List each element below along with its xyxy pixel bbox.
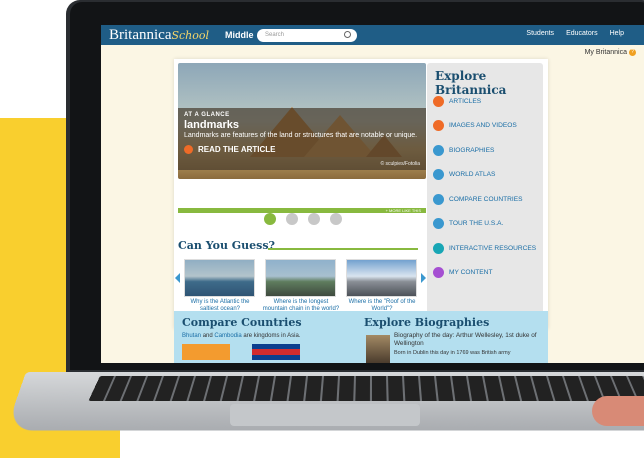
help-icon: ? — [629, 49, 636, 56]
article-icon — [184, 145, 193, 154]
main-content: AT A GLANCE landmarks Landmarks are feat… — [174, 59, 548, 329]
explore-biographies-title: Explore Biographies — [364, 316, 490, 329]
guess-thumbnail-1[interactable] — [184, 259, 255, 297]
carousel-right-arrow[interactable] — [421, 273, 426, 283]
biographies-icon — [433, 144, 444, 156]
explore-item-interactive-resources[interactable]: INTERACTIVE RESOURCES — [433, 236, 541, 261]
explore-list: ARTICLES IMAGES AND VIDEOS BIOGRAPHIES W… — [433, 89, 541, 285]
my-britannica-link[interactable]: My Britannica ? — [585, 49, 636, 56]
can-you-guess-title: Can You Guess? — [178, 239, 275, 252]
featured-hero[interactable]: AT A GLANCE landmarks Landmarks are feat… — [178, 63, 426, 179]
brand-name: Britannica — [109, 27, 172, 43]
read-article-button[interactable]: READ THE ARTICLE — [184, 145, 420, 154]
roof-of-world-image — [347, 260, 416, 296]
educators-link[interactable]: Educators — [566, 30, 598, 37]
level-label: Middle — [225, 30, 254, 40]
compare-icon — [433, 193, 444, 205]
read-article-label: READ THE ARTICLE — [198, 145, 276, 154]
tour-icon — [433, 218, 444, 230]
ocean-image — [185, 260, 254, 296]
interactive-icon — [433, 242, 444, 254]
compare-suffix: are kingdoms in Asia. — [243, 333, 301, 339]
articles-icon — [433, 95, 444, 107]
carousel-left-arrow[interactable] — [175, 273, 180, 283]
explore-item-images-videos[interactable]: IMAGES AND VIDEOS — [433, 114, 541, 139]
guess-thumbnail-2[interactable] — [265, 259, 336, 297]
compare-text: Bhutan and Cambodia are kingdoms in Asia… — [182, 333, 300, 339]
carousel-indicators — [264, 213, 342, 225]
laptop-screen: BritannicaSchool Middle Search Students … — [101, 25, 644, 363]
explore-item-label: INTERACTIVE RESOURCES — [449, 244, 537, 252]
explore-item-compare-countries[interactable]: COMPARE COUNTRIES — [433, 187, 541, 212]
explore-item-label: TOUR THE U.S.A. — [449, 220, 504, 228]
images-videos-icon — [433, 120, 444, 132]
hero-title[interactable]: landmarks — [184, 119, 420, 131]
carousel-dot-2[interactable] — [286, 213, 298, 225]
explore-item-articles[interactable]: ARTICLES — [433, 89, 541, 114]
laptop-trackpad — [230, 404, 420, 426]
image-credit: © sculpies/Fotolia — [380, 161, 420, 167]
explore-item-world-atlas[interactable]: WORLD ATLAS — [433, 163, 541, 188]
bhutan-flag[interactable] — [182, 344, 230, 360]
bottom-feature-band: Compare Countries Bhutan and Cambodia ar… — [174, 311, 548, 363]
explore-item-my-content[interactable]: MY CONTENT — [433, 261, 541, 286]
search-placeholder: Search — [265, 32, 285, 38]
britannica-school-logo[interactable]: BritannicaSchool — [109, 27, 209, 44]
cambodia-flag[interactable] — [252, 344, 300, 360]
carousel-dot-1[interactable] — [264, 213, 276, 225]
biography-of-day[interactable]: Biography of the day: Arthur Wellesley, … — [394, 332, 544, 347]
explore-item-tour-usa[interactable]: TOUR THE U.S.A. — [433, 212, 541, 237]
wellington-portrait[interactable] — [366, 335, 390, 363]
globe-icon — [433, 169, 444, 181]
explore-item-label: WORLD ATLAS — [449, 171, 496, 179]
user-hand — [592, 396, 644, 426]
carousel-dot-3[interactable] — [308, 213, 320, 225]
brand-sub: School — [171, 29, 210, 42]
explore-item-label: BIOGRAPHIES — [449, 146, 495, 154]
my-britannica-label: My Britannica — [584, 49, 627, 56]
explore-item-biographies[interactable]: BIOGRAPHIES — [433, 138, 541, 163]
students-link[interactable]: Students — [526, 30, 554, 37]
top-navigation: BritannicaSchool Middle Search Students … — [101, 25, 644, 45]
search-icon[interactable] — [344, 31, 351, 38]
hero-kicker: AT A GLANCE — [184, 112, 230, 118]
mountain-image — [266, 260, 335, 296]
explore-item-label: MY CONTENT — [449, 269, 493, 277]
compare-connector: and — [202, 333, 213, 339]
help-link[interactable]: Help — [610, 30, 624, 37]
my-content-icon — [433, 267, 444, 279]
top-links: Students Educators Help — [526, 30, 624, 37]
laptop-keyboard — [88, 376, 644, 401]
carousel-dot-4[interactable] — [330, 213, 342, 225]
explore-item-label: COMPARE COUNTRIES — [449, 195, 523, 203]
guess-divider — [268, 248, 418, 250]
country-bhutan-link[interactable]: Bhutan — [182, 333, 201, 339]
search-input[interactable]: Search — [257, 29, 357, 42]
compare-countries-title: Compare Countries — [182, 316, 302, 329]
explore-item-label: IMAGES AND VIDEOS — [449, 122, 517, 130]
explore-britannica-panel: Explore Britannica ARTICLES IMAGES AND V… — [427, 63, 543, 328]
explore-item-label: ARTICLES — [449, 97, 482, 105]
marketing-scene: BritannicaSchool Middle Search Students … — [0, 0, 644, 458]
biography-snippet: Born in Dublin this day in 1769 was Brit… — [394, 350, 511, 356]
guess-thumbnail-3[interactable] — [346, 259, 417, 297]
hero-description: Landmarks are features of the land or st… — [184, 132, 418, 139]
country-cambodia-link[interactable]: Cambodia — [214, 333, 241, 339]
